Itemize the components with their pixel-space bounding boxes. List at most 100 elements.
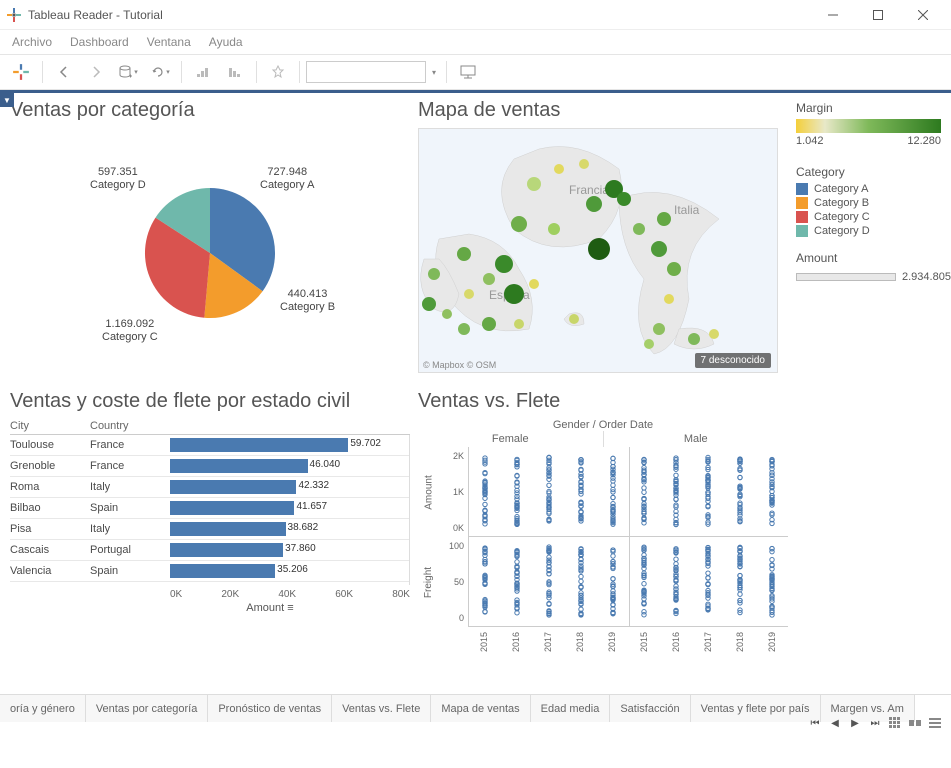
sheet-tab[interactable]: oría y género	[0, 695, 86, 722]
menu-dashboard[interactable]: Dashboard	[70, 35, 129, 49]
scatter-col-female: Female	[418, 431, 603, 447]
svg-text:Italia: Italia	[674, 203, 700, 217]
scatter-amount-plot[interactable]: Amount 2K1K0K	[418, 447, 788, 537]
year-label: 2018	[725, 626, 755, 658]
close-button[interactable]	[900, 1, 945, 29]
table-row[interactable]: RomaItaly42.332	[10, 477, 409, 498]
legend-panel: Margin 1.04212.280 Category Category A C…	[796, 99, 951, 384]
bar-title: Ventas y coste de flete por estado civil	[10, 390, 410, 412]
pie-chart[interactable]: 727.948Category A 440.413Category B 1.16…	[10, 128, 410, 368]
scatter-panel: Ventas vs. Flete Gender / Order Date Fem…	[418, 390, 788, 690]
sales-map[interactable]: Francia España Italia	[418, 128, 778, 373]
menubar: Archivo Dashboard Ventana Ayuda	[0, 30, 951, 54]
year-label: 2016	[661, 626, 691, 658]
tab-prev-button[interactable]: ◀	[827, 715, 843, 731]
scatter-freight-plot[interactable]: Freight 100500	[418, 537, 788, 627]
toolbar: ▾ ▾ ▾	[0, 54, 951, 90]
menu-ventana[interactable]: Ventana	[147, 35, 191, 49]
margin-legend-label: Margin	[796, 101, 951, 115]
sheet-tab[interactable]: Ventas por categoría	[86, 695, 209, 722]
table-row[interactable]: CascaisPortugal37.860	[10, 540, 409, 561]
pie-label-b: 440.413Category B	[280, 288, 335, 314]
view-filmstrip-icon[interactable]	[907, 715, 923, 731]
year-label: 2017	[533, 626, 563, 658]
titlebar: Tableau Reader - Tutorial	[0, 0, 951, 30]
amount-legend-label: Amount	[796, 251, 951, 265]
bar-rows[interactable]: ToulouseFrance59.702GrenobleFrance46.040…	[10, 435, 410, 585]
tab-nav: ⏮ ◀ ▶ ⏭	[807, 715, 943, 731]
legend-cat-a[interactable]: Category A	[796, 183, 951, 195]
data-source-button[interactable]: ▾	[113, 58, 143, 86]
col-city[interactable]: City	[10, 420, 90, 432]
legend-cat-c[interactable]: Category C	[796, 211, 951, 223]
map-panel: Mapa de ventas Francia España Italia	[418, 99, 788, 384]
window-title: Tableau Reader - Tutorial	[28, 8, 810, 22]
menu-ayuda[interactable]: Ayuda	[209, 35, 243, 49]
table-row[interactable]: CoímbraPortugal32.775	[10, 582, 409, 585]
sort-asc-button[interactable]	[188, 58, 218, 86]
svg-text:Francia: Francia	[569, 183, 609, 197]
logo-icon[interactable]	[6, 58, 36, 86]
map-title: Mapa de ventas	[418, 99, 788, 122]
table-row[interactable]: ValenciaSpain35.206	[10, 561, 409, 582]
year-label: 2015	[629, 626, 659, 658]
search-dropdown-icon[interactable]: ▾	[428, 68, 440, 77]
year-label: 2019	[757, 626, 787, 658]
minimize-button[interactable]	[810, 1, 855, 29]
presentation-button[interactable]	[453, 58, 483, 86]
pie-panel: Ventas por categoría 727.948Category A 4…	[10, 99, 410, 384]
legend-cat-b[interactable]: Category B	[796, 197, 951, 209]
back-button[interactable]	[49, 58, 79, 86]
pie-label-c: 1.169.092Category C	[102, 318, 158, 344]
amount-size-bar	[796, 273, 896, 281]
view-list-icon[interactable]	[927, 715, 943, 731]
bar-axis-label: Amount ≡	[10, 602, 410, 614]
year-label: 2015	[469, 626, 499, 658]
tab-last-button[interactable]: ⏭	[867, 715, 883, 731]
year-label: 2017	[693, 626, 723, 658]
year-label: 2019	[597, 626, 627, 658]
sheet-tab[interactable]: Mapa de ventas	[431, 695, 530, 722]
map-credit: © Mapbox © OSM	[423, 360, 496, 370]
pie-label-d: 597.351Category D	[90, 166, 146, 192]
refresh-button[interactable]: ▾	[145, 58, 175, 86]
sort-desc-button[interactable]	[220, 58, 250, 86]
sheet-tab[interactable]: Pronóstico de ventas	[208, 695, 332, 722]
pin-button[interactable]	[263, 58, 293, 86]
scatter-header: Gender / Order Date	[418, 419, 788, 431]
dashboard-dropdown-icon[interactable]: ▼	[0, 93, 14, 107]
table-row[interactable]: BilbaoSpain41.657	[10, 498, 409, 519]
pie-label-a: 727.948Category A	[260, 166, 314, 192]
menu-archivo[interactable]: Archivo	[12, 35, 52, 49]
search-input[interactable]	[306, 61, 426, 83]
amount-axis-label: Amount	[424, 475, 435, 509]
scatter-years: 2015201620172018201920152016201720182019	[418, 627, 788, 657]
col-country[interactable]: Country	[90, 420, 170, 432]
sheet-tab[interactable]: Ventas vs. Flete	[332, 695, 431, 722]
sheet-tab[interactable]: Ventas y flete por país	[691, 695, 821, 722]
table-row[interactable]: ToulouseFrance59.702	[10, 435, 409, 456]
bar-panel: Ventas y coste de flete por estado civil…	[10, 390, 410, 690]
tab-first-button[interactable]: ⏮	[807, 715, 823, 731]
freight-axis-label: Freight	[424, 566, 435, 597]
map-unknown-badge[interactable]: 7 desconocido	[695, 353, 772, 368]
dashboard: ▼ Ventas por categoría 727.948Category A	[0, 90, 951, 694]
tab-next-button[interactable]: ▶	[847, 715, 863, 731]
scatter-col-male: Male	[603, 431, 789, 447]
margin-range: 1.04212.280	[796, 135, 941, 147]
maximize-button[interactable]	[855, 1, 900, 29]
category-legend-label: Category	[796, 165, 951, 179]
sheet-tab[interactable]: Satisfacción	[610, 695, 690, 722]
pie-title: Ventas por categoría	[10, 99, 410, 122]
legend-cat-d[interactable]: Category D	[796, 225, 951, 237]
table-row[interactable]: GrenobleFrance46.040	[10, 456, 409, 477]
year-label: 2018	[565, 626, 595, 658]
forward-button[interactable]	[81, 58, 111, 86]
sheet-tab[interactable]: Edad media	[531, 695, 611, 722]
table-row[interactable]: PisaItaly38.682	[10, 519, 409, 540]
sort-icon: ≡	[287, 602, 293, 614]
bar-axis: 0K20K40K60K80K	[10, 589, 410, 600]
view-grid-icon[interactable]	[887, 715, 903, 731]
scatter-title: Ventas vs. Flete	[418, 390, 788, 413]
margin-gradient	[796, 119, 941, 133]
